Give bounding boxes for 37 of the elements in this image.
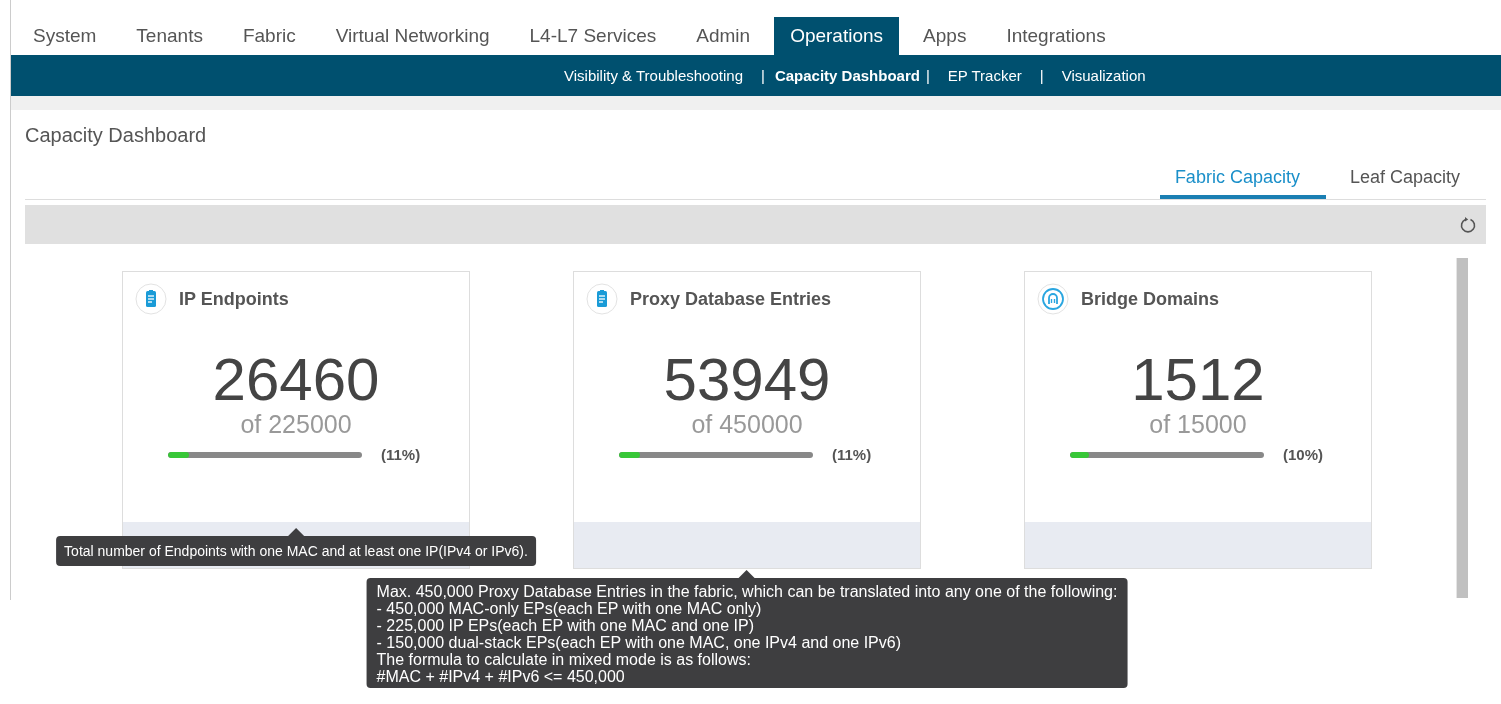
separator: | bbox=[924, 67, 931, 84]
nav-tab[interactable]: Apps bbox=[907, 17, 983, 55]
clipboard-icon bbox=[135, 283, 167, 315]
nav-tab[interactable]: System bbox=[17, 17, 113, 55]
percent-label: (11%) bbox=[832, 446, 872, 463]
capacity-total: of 225000 bbox=[239, 411, 353, 437]
subnav-link[interactable]: EP Tracker bbox=[943, 67, 1026, 84]
clipboard-icon bbox=[586, 283, 618, 315]
nav-tab[interactable]: Admin bbox=[680, 17, 767, 55]
percent-label: (11%) bbox=[381, 446, 421, 463]
subnav-link[interactable]: Capacity Dashboard bbox=[770, 67, 924, 84]
separator: | bbox=[1038, 67, 1045, 84]
subnav-link[interactable]: Visualization bbox=[1057, 67, 1150, 84]
refresh-icon[interactable] bbox=[1459, 215, 1477, 234]
card-title: IP Endpoints bbox=[179, 288, 289, 310]
nav-tab[interactable]: L4-L7 Services bbox=[513, 17, 673, 55]
nav-tab[interactable]: Integrations bbox=[990, 17, 1122, 55]
subnav-link[interactable]: Visibility & Troubleshooting bbox=[560, 67, 747, 84]
view-tab[interactable]: Leaf Capacity bbox=[1325, 161, 1485, 199]
card-title: Bridge Domains bbox=[1081, 288, 1220, 310]
page-title: Capacity Dashboard bbox=[25, 124, 207, 147]
nav-tab[interactable]: Tenants bbox=[120, 17, 219, 55]
nav-tab[interactable]: Virtual Networking bbox=[319, 17, 506, 55]
percent-label: (10%) bbox=[1283, 446, 1323, 463]
nav-tab[interactable]: Fabric bbox=[226, 17, 312, 55]
bridge-icon bbox=[1037, 283, 1069, 315]
tooltip-pointer bbox=[288, 528, 304, 536]
tooltip-pointer bbox=[739, 570, 755, 578]
capacity-total: of 450000 bbox=[690, 411, 804, 437]
scrollbar[interactable] bbox=[1456, 258, 1468, 598]
usage-count: 1512 bbox=[1130, 349, 1266, 411]
nav-tab[interactable]: Operations bbox=[774, 17, 900, 55]
capacity-total: of 15000 bbox=[1148, 411, 1248, 437]
view-tab[interactable]: Fabric Capacity bbox=[1159, 161, 1326, 199]
usage-count: 53949 bbox=[662, 349, 832, 411]
usage-count: 26460 bbox=[211, 349, 381, 411]
card-title: Proxy Database Entries bbox=[630, 288, 832, 310]
